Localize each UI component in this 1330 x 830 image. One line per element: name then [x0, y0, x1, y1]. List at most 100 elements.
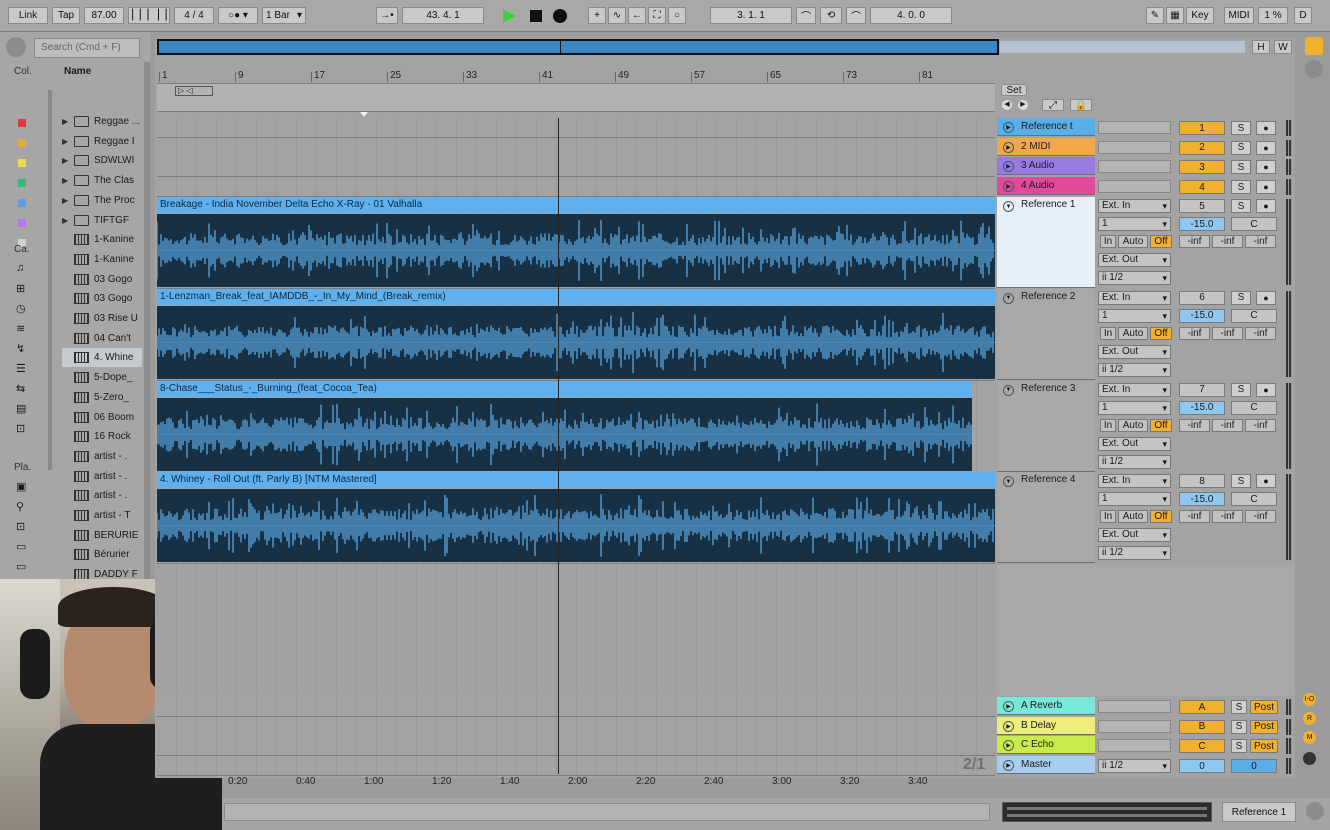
list-item[interactable]: 4. Whine [62, 348, 142, 368]
scrollbar[interactable] [48, 90, 52, 470]
track-number[interactable]: 6 [1179, 290, 1225, 305]
place-icon[interactable]: ▭ [16, 560, 26, 573]
selected-track-status[interactable]: Reference 1 [1222, 802, 1296, 822]
output-channel-select[interactable]: ii 1/2 [1098, 546, 1171, 561]
monitor-in-button[interactable]: In [1100, 418, 1116, 432]
solo-button[interactable]: S [1231, 719, 1247, 734]
track-lane[interactable] [157, 118, 995, 138]
browser-toggle-icon[interactable] [6, 37, 26, 57]
solo-button[interactable]: S [1231, 700, 1247, 714]
list-item[interactable]: Bérurier [62, 545, 142, 564]
output-type-select[interactable]: Ext. Out [1098, 528, 1171, 543]
drop-area[interactable] [997, 565, 1295, 695]
place-icon[interactable]: ⚲ [16, 500, 24, 513]
solo-button[interactable]: S [1231, 121, 1251, 135]
expand-arrow-icon[interactable]: ▶ [62, 156, 74, 165]
solo-button[interactable]: S [1231, 160, 1251, 175]
list-item[interactable]: BERURIE [62, 526, 142, 545]
loop-icon[interactable]: ⟲ [820, 7, 842, 24]
list-item[interactable]: 04 Can't [62, 329, 142, 348]
track-header[interactable] [997, 472, 1095, 564]
volume-field[interactable]: -15.0 [1179, 400, 1225, 415]
list-item[interactable]: ▶ Reggae I [62, 132, 142, 151]
solo-button[interactable]: S [1231, 382, 1251, 397]
loop-brace-lane[interactable] [157, 84, 995, 112]
output-type-select[interactable]: Ext. Out [1098, 344, 1171, 359]
session-record-icon[interactable]: ○ [668, 7, 686, 24]
monitor-auto-button[interactable]: Auto [1118, 235, 1148, 248]
list-item[interactable]: 03 Gogo [62, 289, 142, 308]
category-icon[interactable]: ▤ [16, 402, 26, 415]
monitor-auto-button[interactable]: Auto [1118, 326, 1148, 340]
track-activator[interactable]: 3 [1179, 160, 1225, 175]
track-activator[interactable]: 4 [1179, 180, 1225, 195]
place-icon[interactable]: ▣ [16, 480, 26, 493]
color-label-swatch[interactable] [18, 159, 26, 167]
volume-field[interactable]: -15.0 [1179, 308, 1225, 323]
track-lane[interactable] [157, 177, 995, 198]
return-input-slot[interactable] [1098, 700, 1171, 713]
expand-arrow-icon[interactable]: ▶ [62, 196, 74, 205]
track-input-slot[interactable] [1098, 121, 1171, 134]
tap-button[interactable]: Tap [52, 7, 80, 24]
scrollbar[interactable] [144, 62, 150, 622]
list-item[interactable]: ▶ The Clas [62, 171, 142, 190]
xfade-toggle-icon[interactable] [1303, 752, 1316, 765]
add-icon[interactable]: + [588, 7, 606, 24]
list-item[interactable]: ▶ The Proc [62, 191, 142, 210]
color-label-swatch[interactable] [18, 119, 26, 127]
midi-map-button[interactable]: MIDI [1224, 7, 1254, 24]
master-lane[interactable] [157, 756, 995, 776]
punch-in-icon[interactable]: ⌒ [796, 7, 816, 24]
master-volume[interactable]: 0 [1179, 759, 1225, 773]
track-fold-icon[interactable]: ▶ [1003, 760, 1014, 771]
lock-icon[interactable]: 🔒 [1070, 99, 1092, 111]
track-number[interactable]: 8 [1179, 474, 1225, 489]
pan-field[interactable]: C [1231, 400, 1277, 415]
track-input-slot[interactable] [1098, 140, 1171, 154]
arm-button[interactable]: ● [1256, 199, 1276, 213]
record-icon[interactable] [553, 9, 567, 23]
beat-ruler[interactable] [157, 62, 995, 84]
track-fold-icon[interactable]: ▶ [1003, 141, 1014, 153]
track-fold-icon[interactable]: ▶ [1003, 122, 1014, 133]
solo-button[interactable]: S [1231, 140, 1251, 155]
post-button[interactable]: Post [1250, 719, 1278, 734]
monitor-auto-button[interactable]: Auto [1118, 418, 1148, 432]
solo-button[interactable]: S [1231, 180, 1251, 195]
set-button[interactable]: Set [1001, 84, 1027, 96]
list-item[interactable]: artist - . [62, 467, 142, 486]
follow-icon[interactable]: →• [376, 7, 398, 24]
color-label-swatch[interactable] [18, 139, 26, 147]
clip-title[interactable]: Breakage - India November Delta Echo X-R… [157, 197, 995, 213]
color-label-swatch[interactable] [18, 219, 26, 227]
category-icon[interactable]: ⇆ [16, 382, 25, 395]
solo-button[interactable]: S [1231, 474, 1251, 489]
track-input-slot[interactable] [1098, 160, 1171, 174]
return-activator[interactable]: C [1179, 739, 1225, 754]
quantize-menu[interactable]: 1 Bar ▾ [262, 7, 306, 24]
list-item[interactable]: ▶ Reggae ... [62, 112, 142, 131]
list-item[interactable]: 5-Zero_ [62, 388, 142, 407]
prev-locator-icon[interactable]: ◀ [1002, 100, 1012, 110]
place-icon[interactable]: ▭ [16, 540, 26, 553]
monitor-in-button[interactable]: In [1100, 510, 1116, 524]
solo-button[interactable]: S [1231, 290, 1251, 305]
audio-clip[interactable] [157, 305, 995, 379]
input-type-select[interactable]: Ext. In [1098, 290, 1171, 305]
expand-icon[interactable]: ⤢ [1042, 99, 1064, 111]
output-channel-select[interactable]: ii 1/2 [1098, 454, 1171, 469]
monitor-off-button[interactable]: Off [1150, 326, 1172, 340]
menu-icon[interactable] [1305, 37, 1323, 55]
pan-field[interactable]: C [1231, 308, 1277, 323]
empty-lanes[interactable] [157, 565, 995, 695]
audio-clip[interactable] [157, 214, 995, 287]
arm-button[interactable]: ● [1256, 382, 1276, 397]
draw-mode-icon[interactable]: ✎ [1146, 7, 1164, 24]
clip-view-icon[interactable] [1305, 60, 1323, 78]
monitor-in-button[interactable]: In [1100, 326, 1116, 340]
master-pan[interactable]: 0 [1231, 759, 1277, 773]
list-item[interactable]: 16 Rock [62, 427, 142, 446]
list-item[interactable]: 1-Kanine [62, 250, 142, 269]
track-fold-icon[interactable]: ▶ [1003, 701, 1014, 712]
